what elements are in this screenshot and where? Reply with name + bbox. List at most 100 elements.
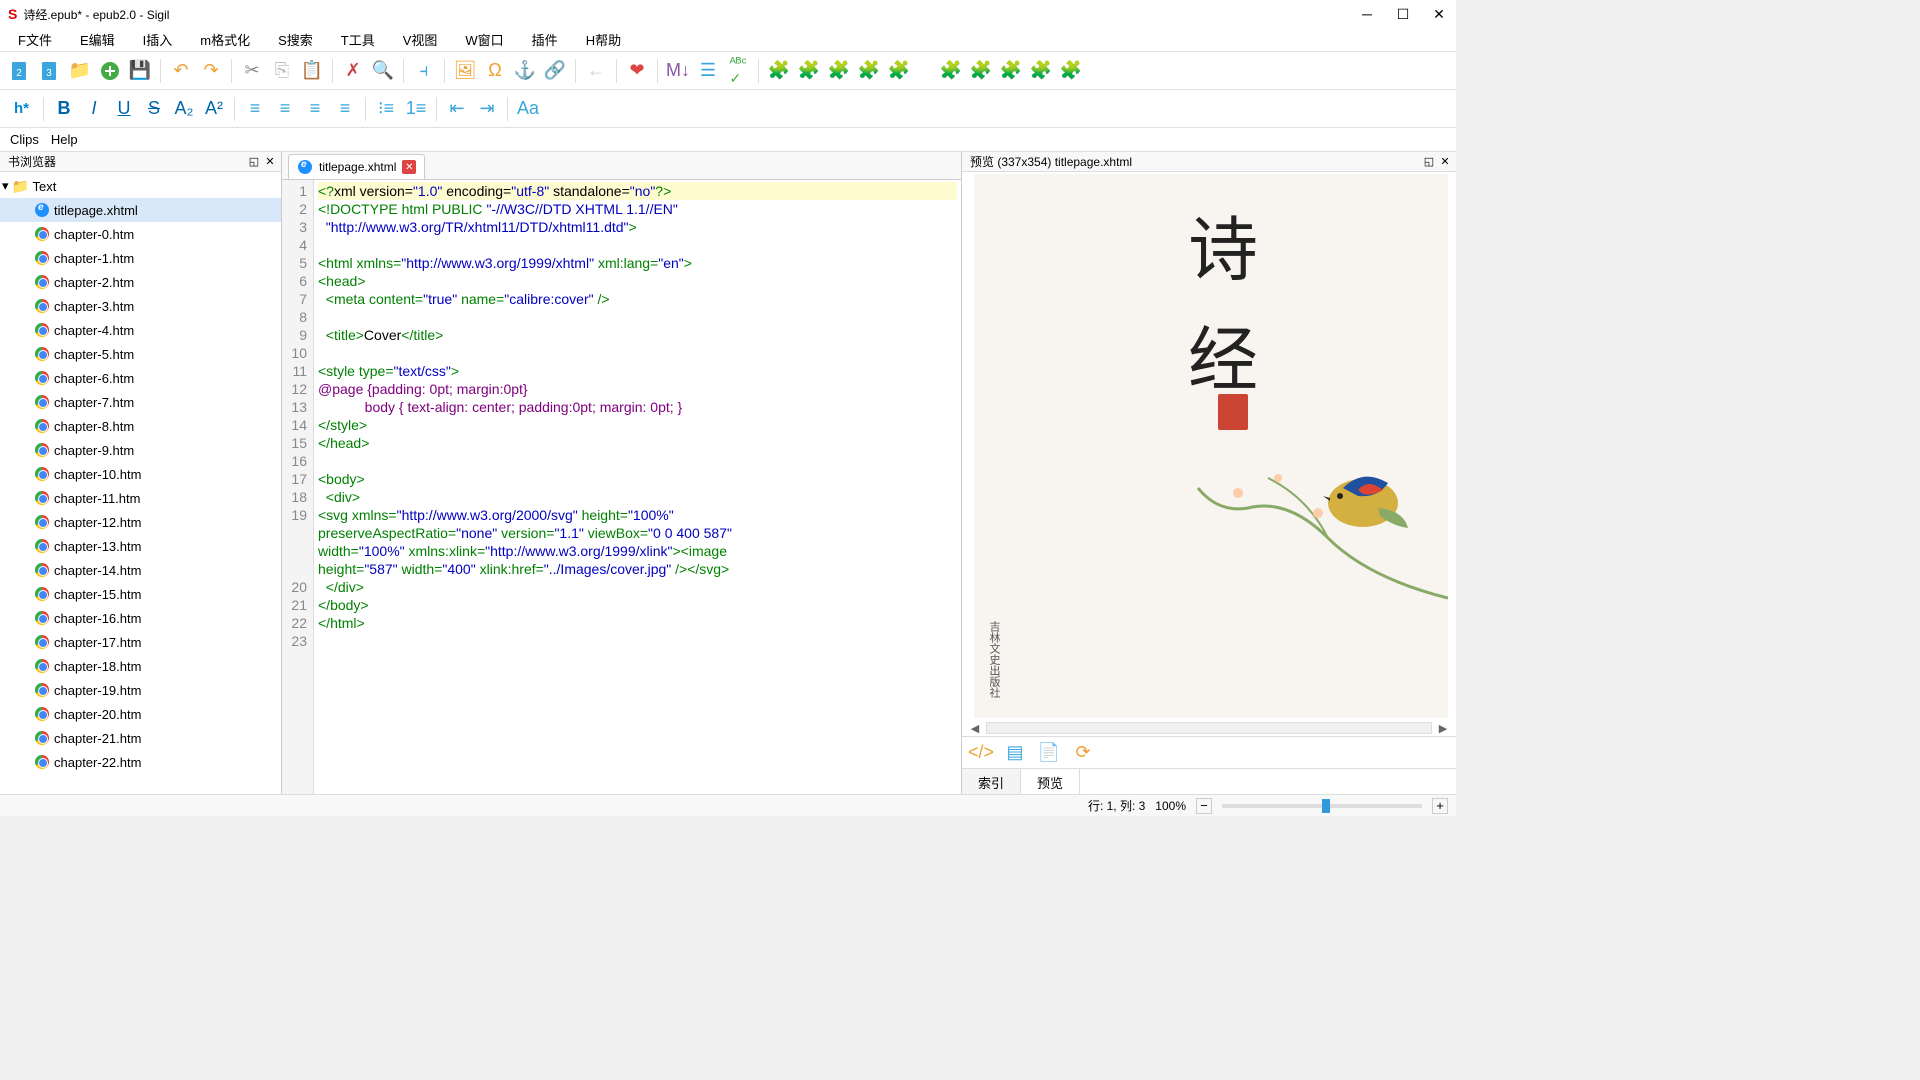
panel-close-icon[interactable]: ✕ [263, 155, 277, 169]
file-row[interactable]: chapter-20.htm [0, 702, 281, 726]
preview-close-icon[interactable]: ✕ [1438, 155, 1452, 169]
donate-icon[interactable]: ❤ [623, 57, 651, 85]
code-line[interactable]: <!DOCTYPE html PUBLIC "-//W3C//DTD XHTML… [318, 200, 957, 218]
outdent-icon[interactable]: ⇤ [443, 95, 471, 123]
file-row[interactable]: chapter-22.htm [0, 750, 281, 774]
plugin-3-icon[interactable]: 🧩 [825, 57, 853, 85]
file-row[interactable]: chapter-16.htm [0, 606, 281, 630]
add-icon[interactable] [96, 57, 124, 85]
code-line[interactable]: <title>Cover</title> [318, 326, 957, 344]
file-row[interactable]: chapter-18.htm [0, 654, 281, 678]
code-line[interactable]: <html xmlns="http://www.w3.org/1999/xhtm… [318, 254, 957, 272]
file-row[interactable]: chapter-12.htm [0, 510, 281, 534]
maximize-button[interactable]: ☐ [1394, 5, 1412, 23]
heading-button[interactable]: h* [6, 96, 37, 122]
code-line[interactable] [318, 452, 957, 470]
code-line[interactable]: </style> [318, 416, 957, 434]
file-tree[interactable]: ▾ 📁 Text titlepage.xhtml chapter-0.htmch… [0, 172, 281, 794]
file-row[interactable]: chapter-0.htm [0, 222, 281, 246]
italic-icon[interactable]: I [80, 95, 108, 123]
tab-index[interactable]: 索引 [962, 769, 1021, 794]
code-line[interactable] [318, 308, 957, 326]
file-row[interactable]: chapter-14.htm [0, 558, 281, 582]
menu-plugins[interactable]: 插件 [518, 27, 572, 52]
file-row[interactable]: chapter-13.htm [0, 534, 281, 558]
code-line[interactable] [318, 632, 957, 650]
tab-preview[interactable]: 预览 [1021, 769, 1080, 794]
menu-search[interactable]: S搜索 [264, 27, 327, 52]
clips-label[interactable]: Clips [10, 132, 39, 147]
plugin-1-icon[interactable]: 🧩 [765, 57, 793, 85]
spellcheck-icon[interactable]: ᴬᴮᶜ✓ [724, 57, 752, 85]
open-icon[interactable]: 📁 [66, 57, 94, 85]
file-titlepage[interactable]: titlepage.xhtml [0, 198, 281, 222]
tab-close-icon[interactable]: ✕ [402, 160, 416, 174]
align-right-icon[interactable]: ≡ [301, 95, 329, 123]
cut-icon[interactable]: ✂ [238, 57, 266, 85]
split-icon[interactable]: ⫞ [410, 57, 438, 85]
number-list-icon[interactable]: 1≡ [402, 95, 430, 123]
save-icon[interactable]: 💾 [126, 57, 154, 85]
file-row[interactable]: chapter-21.htm [0, 726, 281, 750]
panel-undock-icon[interactable]: ◱ [247, 155, 261, 169]
find-icon[interactable]: 🔍 [369, 57, 397, 85]
file-row[interactable]: chapter-4.htm [0, 318, 281, 342]
preview-hscroll[interactable]: ◀ ▶ [962, 720, 1456, 736]
copy-preview-icon[interactable]: 📄 [1038, 742, 1060, 764]
code-line[interactable]: <body> [318, 470, 957, 488]
code-line[interactable]: <svg xmlns="http://www.w3.org/2000/svg" … [318, 506, 957, 578]
menu-help[interactable]: H帮助 [572, 27, 635, 52]
subscript-icon[interactable]: A₂ [170, 95, 198, 123]
back-icon[interactable]: ← [582, 57, 610, 85]
code-line[interactable]: <div> [318, 488, 957, 506]
file-row[interactable]: chapter-11.htm [0, 486, 281, 510]
code-line[interactable]: <meta content="true" name="calibre:cover… [318, 290, 957, 308]
code-line[interactable]: </div> [318, 578, 957, 596]
file-row[interactable]: chapter-9.htm [0, 438, 281, 462]
inspect-icon[interactable]: </> [970, 742, 992, 764]
redo-icon[interactable]: ↷ [197, 57, 225, 85]
minimize-button[interactable]: ─ [1358, 5, 1376, 23]
file-row[interactable]: chapter-1.htm [0, 246, 281, 270]
plugin-5-icon[interactable]: 🧩 [885, 57, 913, 85]
scroll-left-icon[interactable]: ◀ [968, 722, 982, 735]
expand-icon[interactable]: ▾ [2, 178, 9, 194]
menu-window[interactable]: W窗口 [451, 27, 517, 52]
undo-icon[interactable]: ↶ [167, 57, 195, 85]
menu-file[interactable]: F文件 [4, 27, 66, 52]
file-row[interactable]: chapter-17.htm [0, 630, 281, 654]
file-row[interactable]: chapter-6.htm [0, 366, 281, 390]
plugin-9-icon[interactable]: 🧩 [1027, 57, 1055, 85]
text-folder-row[interactable]: ▾ 📁 Text [0, 174, 281, 198]
code-line[interactable]: </head> [318, 434, 957, 452]
select-icon[interactable]: ▤ [1004, 742, 1026, 764]
code-line[interactable]: </body> [318, 596, 957, 614]
menu-tools[interactable]: T工具 [327, 27, 389, 52]
special-char-icon[interactable]: Ω [481, 57, 509, 85]
file-row[interactable]: chapter-5.htm [0, 342, 281, 366]
new-epub2-icon[interactable]: 2 [6, 57, 34, 85]
plugin-8-icon[interactable]: 🧩 [997, 57, 1025, 85]
preview-undock-icon[interactable]: ◱ [1422, 155, 1436, 169]
underline-icon[interactable]: U [110, 95, 138, 123]
code-editor[interactable]: 1234567891011121314151617181920212223 <?… [282, 180, 961, 794]
code-line[interactable]: <head> [318, 272, 957, 290]
file-row[interactable]: chapter-8.htm [0, 414, 281, 438]
toc-icon[interactable]: ☰ [694, 57, 722, 85]
strikethrough-icon[interactable]: S [140, 95, 168, 123]
code-line[interactable]: </html> [318, 614, 957, 632]
paste-icon[interactable]: 📋 [298, 57, 326, 85]
file-row[interactable]: chapter-3.htm [0, 294, 281, 318]
reload-icon[interactable]: ⟳ [1072, 742, 1094, 764]
metadata-icon[interactable]: M↓ [664, 57, 692, 85]
file-row[interactable]: chapter-2.htm [0, 270, 281, 294]
scroll-right-icon[interactable]: ▶ [1436, 722, 1450, 735]
image-icon[interactable]: 🖼 [451, 57, 479, 85]
bullet-list-icon[interactable]: ⁝≡ [372, 95, 400, 123]
link-icon[interactable]: 🔗 [541, 57, 569, 85]
indent-icon[interactable]: ⇥ [473, 95, 501, 123]
file-row[interactable]: chapter-19.htm [0, 678, 281, 702]
menu-edit[interactable]: E编辑 [66, 27, 129, 52]
copy-icon[interactable]: ⎘ [268, 57, 296, 85]
align-center-icon[interactable]: ≡ [271, 95, 299, 123]
